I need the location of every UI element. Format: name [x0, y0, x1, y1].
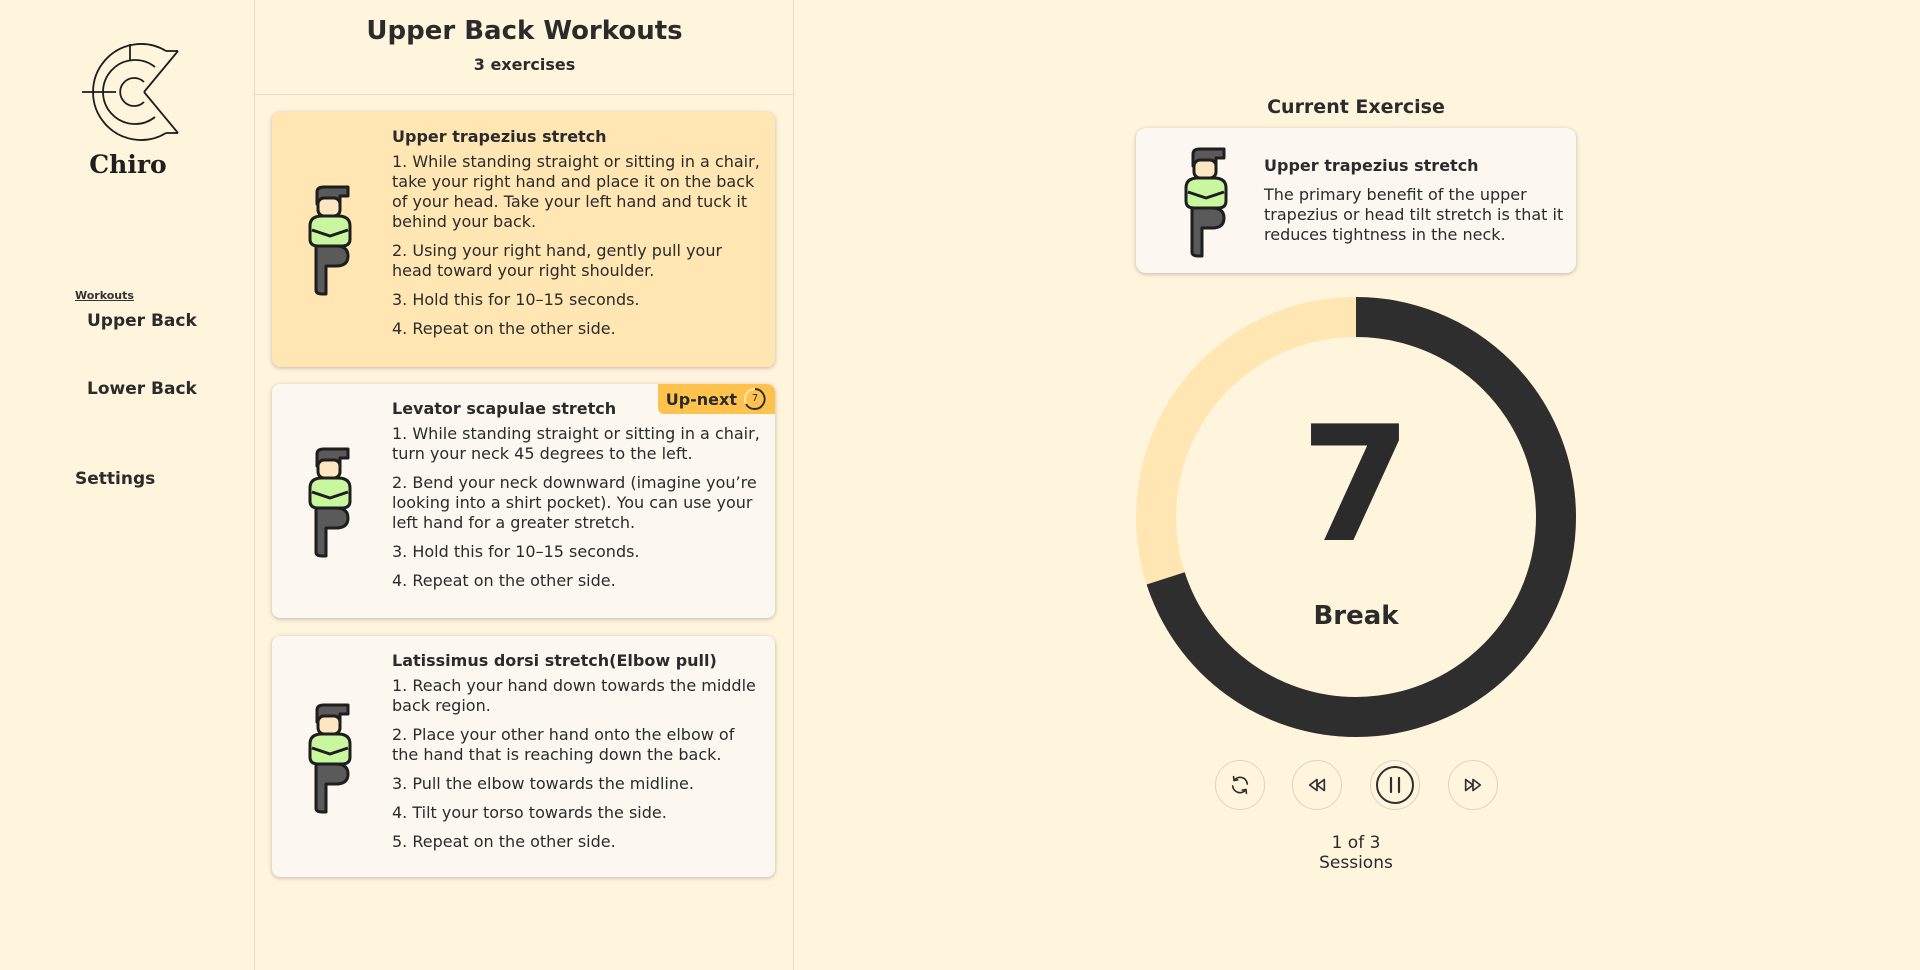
exercise-title: Levator scapulae stretch — [392, 399, 617, 418]
sessions-label: Sessions — [1319, 853, 1393, 873]
page-title: Upper Back Workouts — [366, 16, 683, 46]
exercise-title: Upper trapezius stretch — [392, 127, 607, 146]
exercise-step: 3. Hold this for 10–15 seconds. — [392, 542, 640, 561]
sidebar-item-upper-back[interactable]: Upper Back — [87, 311, 197, 331]
sidebar: Chiro Workouts Upper Back Lower Back Set… — [0, 0, 255, 970]
current-exercise-description: The primary benefit of the upper trapezi… — [1264, 185, 1564, 244]
current-exercise-body: Upper trapezius stretch The primary bene… — [1264, 156, 1564, 245]
exercise-figure-icon — [308, 703, 352, 814]
chiro-logo-icon — [82, 43, 179, 141]
exercise-card-body: Upper trapezius stretch 1. While standin… — [392, 127, 762, 348]
exercise-list-panel: Upper Back Workouts 3 exercises Upper tr… — [255, 0, 794, 970]
exercise-step: 4. Tilt your torso towards the side. — [392, 803, 667, 822]
exercise-step: 4. Repeat on the other side. — [392, 319, 616, 338]
exercise-figure-icon — [1184, 147, 1228, 258]
timer-state-label: Break — [1313, 601, 1399, 631]
exercise-card-upper-trapezius[interactable]: Upper trapezius stretch 1. While standin… — [272, 112, 775, 367]
fast-forward-button[interactable] — [1448, 760, 1498, 810]
timer-countdown: 7 — [1300, 391, 1412, 578]
restart-button[interactable] — [1215, 760, 1265, 810]
exercise-step: 1. While standing straight or sitting in… — [392, 152, 760, 231]
exercise-step: 4. Repeat on the other side. — [392, 571, 616, 590]
app-logo-text: Chiro — [89, 150, 167, 179]
pause-button[interactable] — [1370, 760, 1420, 810]
list-header: Upper Back Workouts 3 exercises — [255, 0, 794, 95]
exercise-count: 3 exercises — [473, 55, 576, 74]
current-exercise-title: Upper trapezius stretch — [1264, 156, 1479, 175]
exercise-step: 2. Using your right hand, gently pull yo… — [392, 241, 723, 280]
exercise-step: 3. Pull the elbow towards the midline. — [392, 774, 694, 793]
exercise-card-body: Latissimus dorsi stretch(Elbow pull) 1. … — [392, 651, 762, 861]
pause-icon — [1376, 766, 1414, 804]
sessions-progress: 1 of 3 — [1331, 833, 1381, 853]
exercise-title: Latissimus dorsi stretch(Elbow pull) — [392, 651, 717, 670]
exercise-figure-icon — [308, 185, 352, 296]
exercise-card-body: Levator scapulae stretch 1. While standi… — [392, 399, 762, 600]
exercise-step: 2. Bend your neck downward (imagine you’… — [392, 473, 757, 532]
exercise-step: 3. Hold this for 10–15 seconds. — [392, 290, 640, 309]
current-exercise-label: Current Exercise — [1267, 96, 1445, 118]
restart-icon — [1231, 775, 1249, 795]
exercise-step: 2. Place your other hand onto the elbow … — [392, 725, 735, 764]
sidebar-item-settings[interactable]: Settings — [75, 469, 155, 489]
rewind-button[interactable] — [1292, 760, 1342, 810]
exercise-card-latissimus-dorsi[interactable]: Latissimus dorsi stretch(Elbow pull) 1. … — [272, 636, 775, 877]
exercise-step: 5. Repeat on the other side. — [392, 832, 616, 851]
exercise-card-levator-scapulae[interactable]: Up-next 7 Levator scapulae stretch 1. Wh… — [272, 384, 775, 618]
nav-section-label: Workouts — [75, 289, 134, 302]
sidebar-item-lower-back[interactable]: Lower Back — [87, 379, 197, 399]
current-exercise-card: Upper trapezius stretch The primary bene… — [1136, 128, 1576, 273]
exercise-figure-icon — [308, 447, 352, 558]
exercise-step: 1. Reach your hand down towards the midd… — [392, 676, 756, 715]
exercise-step: 1. While standing straight or sitting in… — [392, 424, 760, 463]
fast-forward-icon — [1464, 778, 1482, 792]
rewind-icon — [1308, 778, 1326, 792]
sessions-counter: 1 of 3 Sessions — [1236, 833, 1476, 873]
